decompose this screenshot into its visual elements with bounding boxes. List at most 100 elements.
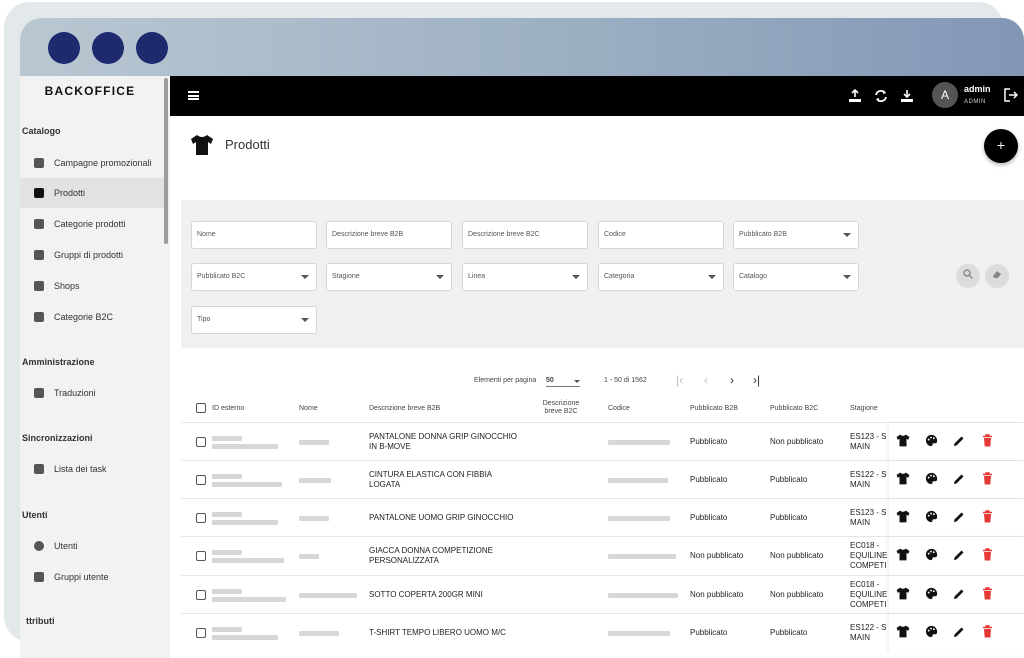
logout-icon[interactable] bbox=[1004, 88, 1019, 105]
upload-icon[interactable] bbox=[848, 88, 862, 103]
per-page-label: Elementi per pagina bbox=[474, 377, 537, 384]
col-pubblicato-b2c[interactable]: Pubblicato B2C bbox=[770, 394, 818, 422]
row-checkbox[interactable] bbox=[196, 576, 206, 614]
edit-icon[interactable] bbox=[945, 549, 973, 564]
clear-filters-button[interactable] bbox=[985, 264, 1009, 288]
search-button[interactable] bbox=[956, 264, 980, 288]
next-page-icon[interactable]: › bbox=[730, 373, 734, 387]
last-page-icon[interactable]: ›| bbox=[753, 373, 760, 387]
col-stagione[interactable]: Stagione bbox=[850, 394, 878, 422]
filter-categoria[interactable]: Categoria bbox=[598, 263, 724, 291]
sidebar-item-gruppi[interactable]: Gruppi di prodotti bbox=[20, 240, 164, 270]
window-dot-3[interactable] bbox=[136, 32, 168, 64]
menu-icon[interactable] bbox=[188, 91, 199, 100]
prev-page-icon[interactable]: ‹ bbox=[704, 373, 708, 387]
filter-codice[interactable]: Codice bbox=[598, 221, 724, 249]
palette-icon[interactable] bbox=[917, 434, 945, 450]
sidebar-item-shops[interactable]: Shops bbox=[20, 271, 164, 301]
sync-icon[interactable] bbox=[874, 89, 888, 103]
select-all-checkbox[interactable] bbox=[196, 394, 206, 422]
sidebar-item-gruppi-utente[interactable]: Gruppi utente bbox=[20, 562, 164, 592]
window-dot-2[interactable] bbox=[92, 32, 124, 64]
row-checkbox[interactable] bbox=[196, 461, 206, 499]
delete-icon[interactable] bbox=[973, 434, 1001, 450]
delete-icon[interactable] bbox=[973, 548, 1001, 564]
delete-icon[interactable] bbox=[973, 587, 1001, 603]
delete-icon[interactable] bbox=[973, 510, 1001, 526]
row-checkbox[interactable] bbox=[196, 499, 206, 537]
tshirt-icon[interactable] bbox=[889, 510, 917, 526]
filter-descrizione-b2c[interactable]: Descrizione breve B2C bbox=[462, 221, 588, 249]
tshirt-icon[interactable] bbox=[889, 472, 917, 488]
row-checkbox[interactable] bbox=[196, 614, 206, 652]
filter-label: Pubblicato B2C bbox=[197, 273, 246, 280]
filter-linea[interactable]: Linea bbox=[462, 263, 588, 291]
delete-icon[interactable] bbox=[973, 625, 1001, 641]
sidebar-item-traduzioni[interactable]: Traduzioni bbox=[20, 378, 164, 408]
sidebar-scrollbar[interactable] bbox=[164, 78, 168, 244]
id-esterno-redacted bbox=[212, 461, 282, 499]
row-checkbox[interactable] bbox=[196, 423, 206, 461]
sidebar-item-campagne[interactable]: Campagne promozionali bbox=[20, 148, 164, 178]
palette-icon[interactable] bbox=[917, 587, 945, 603]
tshirt-icon[interactable] bbox=[889, 548, 917, 564]
sidebar-item-task[interactable]: Lista dei task bbox=[20, 454, 164, 484]
pubblicato-b2c: Non pubblicato bbox=[770, 551, 824, 560]
filter-label: Stagione bbox=[332, 273, 360, 280]
tshirt-icon[interactable] bbox=[889, 625, 917, 641]
sidebar-item-utenti[interactable]: Utenti bbox=[20, 531, 164, 561]
edit-icon[interactable] bbox=[945, 511, 973, 526]
table-row[interactable]: PANTALONE UOMO GRIP GINOCCHIO Pubblicato P… bbox=[181, 498, 1024, 537]
filters-panel: Nome Descrizione breve B2B Descrizione b… bbox=[181, 200, 1024, 348]
table-row[interactable]: GIACCA DONNA COMPETIZIONE PERSONALIZZATA… bbox=[181, 536, 1024, 575]
table-row[interactable]: CINTURA ELASTICA CON FIBBIA LOGATA Pubbli… bbox=[181, 460, 1024, 499]
col-descrizione-b2c[interactable]: Descrizione breve B2C bbox=[536, 394, 586, 422]
per-page-select[interactable]: 50 bbox=[546, 374, 580, 387]
row-checkbox[interactable] bbox=[196, 537, 206, 575]
tshirt-icon bbox=[34, 188, 44, 198]
sidebar-item-categorie-b2c[interactable]: Categorie B2C bbox=[20, 302, 164, 332]
pubblicato-b2b: Non pubblicato bbox=[690, 590, 744, 599]
col-descrizione-b2b[interactable]: Descrizione breve B2B bbox=[369, 394, 440, 422]
nome-redacted bbox=[299, 614, 339, 652]
palette-icon[interactable] bbox=[917, 510, 945, 526]
table-row[interactable]: SOTTO COPERTA 200GR MINI Non pubblicato No… bbox=[181, 575, 1024, 614]
filter-stagione[interactable]: Stagione bbox=[326, 263, 452, 291]
filter-pubblicato-b2b[interactable]: Pubblicato B2B bbox=[733, 221, 859, 249]
edit-icon[interactable] bbox=[945, 588, 973, 603]
chevron-down-icon bbox=[301, 318, 309, 322]
table-icon bbox=[34, 464, 44, 474]
window-dot-1[interactable] bbox=[48, 32, 80, 64]
stagione: ES123 - S MAIN bbox=[850, 508, 887, 527]
filter-nome[interactable]: Nome bbox=[191, 221, 317, 249]
user-name: admin bbox=[964, 84, 991, 94]
col-id-esterno[interactable]: ID esterno bbox=[212, 394, 244, 422]
row-actions bbox=[889, 499, 1024, 537]
edit-icon[interactable] bbox=[945, 435, 973, 450]
col-codice[interactable]: Codice bbox=[608, 394, 630, 422]
filter-tipo[interactable]: Tipo bbox=[191, 306, 317, 334]
edit-icon[interactable] bbox=[945, 473, 973, 488]
table-row[interactable]: T-SHIRT TEMPO LIBERO UOMO M/C Pubblicato P… bbox=[181, 613, 1024, 652]
col-pubblicato-b2b[interactable]: Pubblicato B2B bbox=[690, 394, 738, 422]
filter-catalogo[interactable]: Catalogo bbox=[733, 263, 859, 291]
id-esterno-redacted bbox=[212, 576, 286, 614]
col-nome[interactable]: Nome bbox=[299, 394, 318, 422]
tshirt-icon[interactable] bbox=[889, 587, 917, 603]
app-window: BACKOFFICE Catalogo Campagne promozional… bbox=[20, 18, 1024, 658]
download-icon[interactable] bbox=[900, 89, 914, 103]
filter-descrizione-b2b[interactable]: Descrizione breve B2B bbox=[326, 221, 452, 249]
sidebar-item-prodotti[interactable]: Prodotti bbox=[20, 178, 164, 208]
tshirt-icon[interactable] bbox=[889, 434, 917, 450]
add-product-button[interactable]: + bbox=[984, 129, 1018, 163]
palette-icon[interactable] bbox=[917, 548, 945, 564]
palette-icon[interactable] bbox=[917, 472, 945, 488]
filter-pubblicato-b2c[interactable]: Pubblicato B2C bbox=[191, 263, 317, 291]
edit-icon[interactable] bbox=[945, 626, 973, 641]
avatar[interactable]: A bbox=[932, 82, 958, 108]
sidebar-item-categorie[interactable]: Categorie prodotti bbox=[20, 209, 164, 239]
table-row[interactable]: PANTALONE DONNA GRIP GINOCCHIO IN B-MOVE… bbox=[181, 422, 1024, 461]
delete-icon[interactable] bbox=[973, 472, 1001, 488]
palette-icon[interactable] bbox=[917, 625, 945, 641]
first-page-icon[interactable]: |‹ bbox=[676, 373, 683, 387]
